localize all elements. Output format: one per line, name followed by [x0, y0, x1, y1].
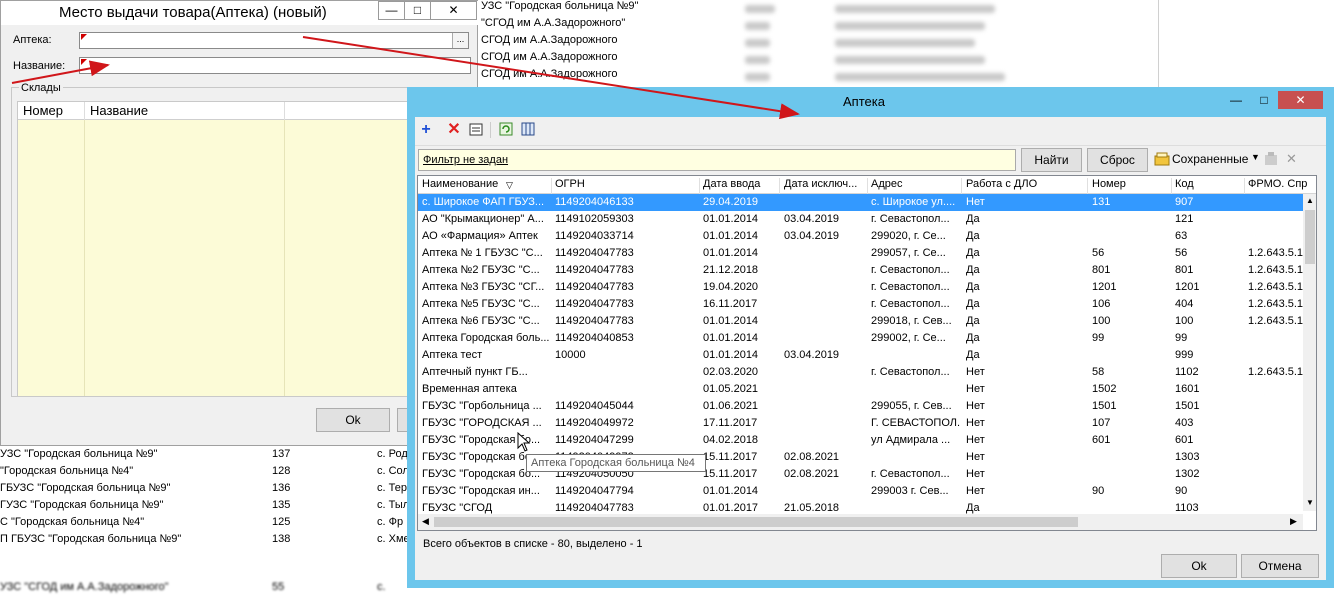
arrow-to-apteka-dialog	[302, 36, 800, 120]
annotation-arrows	[11, 36, 800, 120]
arrow-to-name-field	[11, 60, 110, 84]
